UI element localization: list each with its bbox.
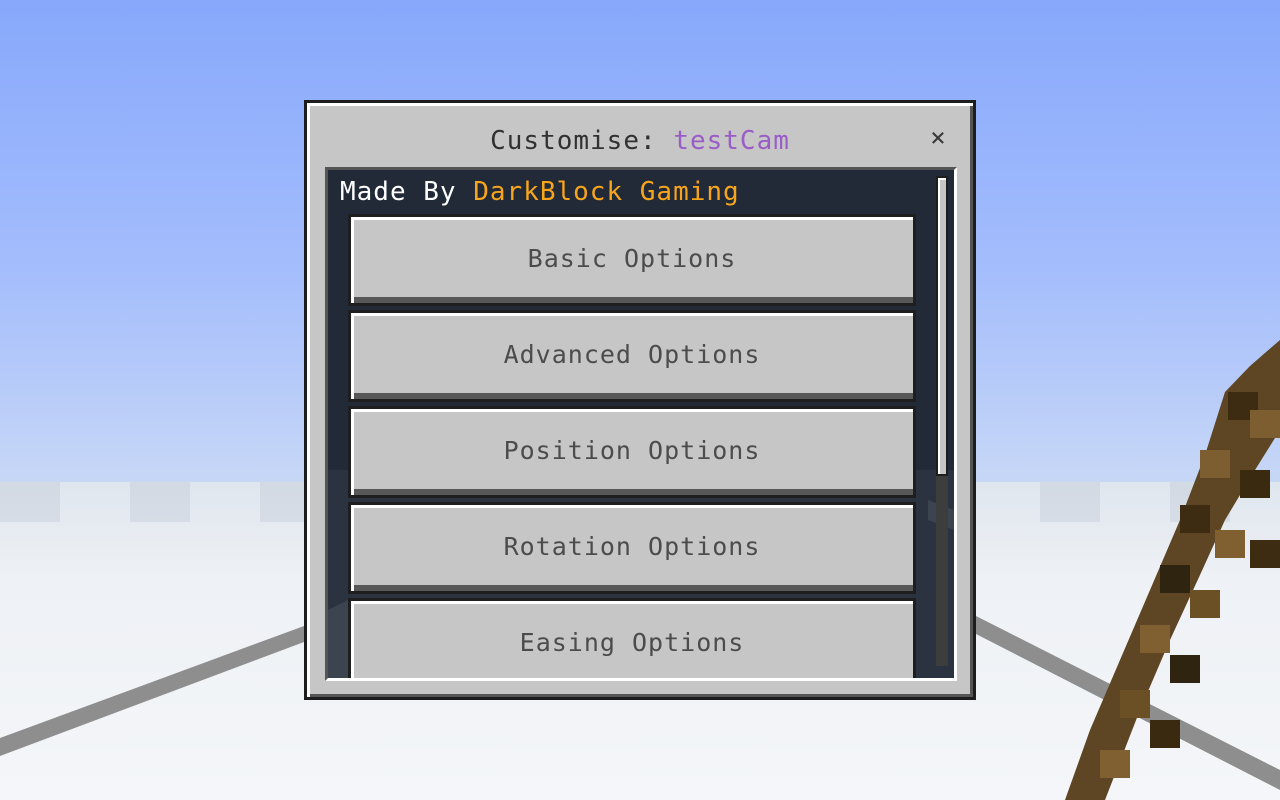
position-options-button[interactable]: Position Options: [348, 406, 916, 498]
credit-prefix: Made By: [340, 177, 457, 207]
close-button[interactable]: ×: [923, 123, 953, 153]
path-line-left: [0, 626, 304, 756]
dialog-title-prefix: Customise:: [490, 126, 657, 156]
advanced-options-button[interactable]: Advanced Options: [348, 310, 916, 402]
dialog-title: Customise: testCam: [307, 121, 973, 161]
options-list: Basic Options Advanced Options Position …: [348, 214, 916, 678]
customise-dialog: Customise: testCam × Made By DarkBlock G…: [304, 100, 976, 700]
scrollbar-track[interactable]: [936, 176, 948, 666]
scrollbar-thumb[interactable]: [936, 176, 948, 476]
credit-line: Made By DarkBlock Gaming: [340, 174, 740, 210]
rotation-options-button[interactable]: Rotation Options: [348, 502, 916, 594]
options-scroll-panel: Made By DarkBlock Gaming Basic Options A…: [325, 167, 957, 681]
easing-options-button[interactable]: Easing Options: [348, 598, 916, 678]
basic-options-button[interactable]: Basic Options: [348, 214, 916, 306]
camera-name: testCam: [673, 126, 790, 156]
credit-author: DarkBlock Gaming: [473, 177, 740, 207]
held-stick-item: [1065, 340, 1280, 800]
